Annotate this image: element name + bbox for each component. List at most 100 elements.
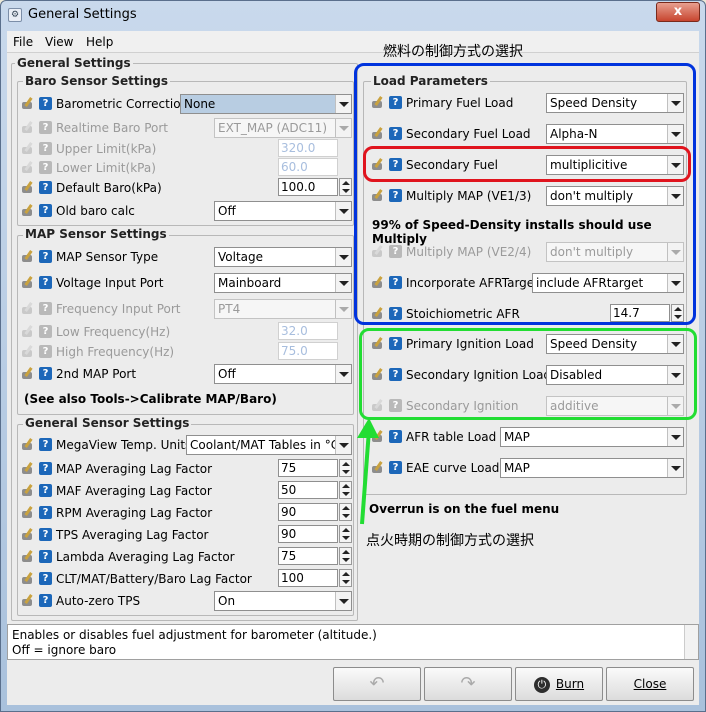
rpm-lag-row: ? RPM Averaging Lag Factor 90 — [18, 503, 353, 523]
lambda-lag-field[interactable]: 75 — [278, 547, 338, 565]
ignition-annotation-text: 点火時期の制御方式の選択 — [366, 533, 534, 549]
fuel-annotation-text: 燃料の制御方式の選択 — [383, 44, 523, 60]
upper-limit-row: ? Upper Limit(kPa) 320.0 — [18, 139, 353, 159]
old-baro-row: ? Old baro calc Off — [18, 201, 353, 221]
description-scrollbar[interactable] — [684, 625, 698, 659]
edit-icon[interactable] — [22, 484, 35, 497]
edit-icon[interactable] — [22, 250, 35, 263]
lambda-lag-spinner[interactable] — [339, 547, 352, 565]
menu-view[interactable]: View — [45, 35, 73, 49]
power-icon: ⏻ — [533, 676, 550, 693]
menu-bar: File View Help — [7, 31, 699, 53]
lower-limit-row: ? Lower Limit(kPa) 60.0 — [18, 158, 353, 178]
help-icon[interactable]: ? — [39, 594, 52, 607]
tps-lag-row: ? TPS Averaging Lag Factor 90 — [18, 525, 353, 545]
edit-icon[interactable] — [22, 276, 35, 289]
help-icon[interactable]: ? — [39, 572, 52, 585]
fuel-annotation-box — [354, 63, 696, 325]
realtime-baro-port-label: Realtime Baro Port — [56, 121, 168, 135]
description-line-1: Enables or disables fuel adjustment for … — [12, 628, 377, 642]
autozero-tps-label: Auto-zero TPS — [56, 594, 141, 608]
window: ⚙ General Settings x File View Help Gene… — [0, 0, 706, 712]
rpm-lag-field[interactable]: 90 — [278, 503, 338, 521]
default-baro-row: ? Default Baro(kPa) 100.0 — [18, 178, 353, 198]
eae-curve-load-select[interactable]: MAP — [500, 458, 684, 478]
default-baro-spinner[interactable] — [339, 178, 352, 196]
help-icon[interactable]: ? — [389, 430, 402, 443]
eae-curve-load-value: MAP — [504, 461, 530, 475]
autozero-tps-select[interactable]: On — [214, 591, 352, 611]
upper-limit-label: Upper Limit(kPa) — [56, 142, 157, 156]
old-baro-value: Off — [218, 204, 236, 218]
map-panel-title: MAP Sensor Settings — [23, 227, 169, 241]
help-icon[interactable]: ? — [39, 528, 52, 541]
help-icon[interactable]: ? — [39, 438, 52, 451]
edit-icon[interactable] — [22, 572, 35, 585]
secondary-fuel-highlight-box — [363, 146, 691, 182]
help-icon[interactable]: ? — [39, 367, 52, 380]
barometric-correction-row: ? Barometric Correction None — [18, 94, 353, 114]
maf-lag-field[interactable]: 50 — [278, 481, 338, 499]
edit-icon[interactable] — [22, 528, 35, 541]
chevron-down-icon — [335, 592, 351, 610]
default-baro-field[interactable]: 100.0 — [278, 178, 338, 196]
edit-icon[interactable] — [22, 506, 35, 519]
frequency-input-port-select: PT4 — [214, 299, 352, 319]
realtime-baro-port-value: EXT_MAP (ADC11) — [218, 121, 327, 135]
low-frequency-row: ? Low Frequency(Hz) 32.0 — [18, 322, 353, 342]
menu-file[interactable]: File — [13, 35, 33, 49]
lower-limit-label: Lower Limit(kPa) — [56, 161, 156, 175]
map-lag-field[interactable]: 75 — [278, 459, 338, 477]
afr-table-load-select[interactable]: MAP — [500, 427, 684, 447]
edit-icon[interactable] — [22, 367, 35, 380]
undo-button[interactable]: ↶ — [333, 667, 421, 701]
edit-icon[interactable] — [22, 438, 35, 451]
close-window-button[interactable]: x — [656, 2, 700, 22]
help-icon[interactable]: ? — [39, 181, 52, 194]
barometric-correction-select[interactable]: None — [180, 94, 352, 114]
help-icon[interactable]: ? — [39, 276, 52, 289]
second-map-port-row: ? 2nd MAP Port Off — [18, 364, 353, 384]
old-baro-select[interactable]: Off — [214, 201, 352, 221]
clt-lag-label: CLT/MAT/Battery/Baro Lag Factor — [56, 572, 252, 586]
voltage-input-port-select[interactable]: Mainboard — [214, 273, 352, 293]
maf-lag-label: MAF Averaging Lag Factor — [56, 484, 212, 498]
realtime-baro-port-select: EXT_MAP (ADC11) — [214, 118, 352, 138]
second-map-port-value: Off — [218, 367, 236, 381]
help-icon[interactable]: ? — [39, 204, 52, 217]
title-bar[interactable]: ⚙ General Settings x — [1, 1, 705, 29]
burn-button[interactable]: ⏻ Burn — [515, 667, 603, 701]
map-sensor-type-select[interactable]: Voltage — [214, 247, 352, 267]
help-icon[interactable]: ? — [39, 97, 52, 110]
help-icon[interactable]: ? — [39, 462, 52, 475]
map-sensor-type-label: MAP Sensor Type — [56, 250, 159, 264]
second-map-port-select[interactable]: Off — [214, 364, 352, 384]
help-icon[interactable]: ? — [39, 506, 52, 519]
edit-icon[interactable] — [22, 181, 35, 194]
upper-limit-field: 320.0 — [278, 139, 338, 157]
help-icon[interactable]: ? — [39, 484, 52, 497]
frequency-input-port-row: ? Frequency Input Port PT4 — [18, 299, 353, 319]
help-icon[interactable]: ? — [39, 250, 52, 263]
clt-lag-spinner[interactable] — [339, 569, 352, 587]
afr-table-load-row: ? AFR table Load MAP — [364, 427, 686, 447]
close-button[interactable]: Close — [606, 667, 694, 701]
edit-icon[interactable] — [22, 204, 35, 217]
megaview-select[interactable]: Coolant/MAT Tables in °C — [186, 435, 352, 455]
help-icon[interactable]: ? — [39, 550, 52, 563]
clt-lag-field[interactable]: 100 — [278, 569, 338, 587]
autozero-tps-value: On — [218, 594, 236, 608]
edit-icon[interactable] — [22, 550, 35, 563]
redo-button[interactable]: ↷ — [424, 667, 512, 701]
close-label: Close — [633, 677, 667, 691]
menu-help[interactable]: Help — [86, 35, 113, 49]
eae-curve-load-label: EAE curve Load — [406, 461, 500, 475]
edit-icon[interactable] — [22, 97, 35, 110]
edit-icon[interactable] — [22, 594, 35, 607]
calibrate-map-note: (See also Tools->Calibrate MAP/Baro) — [24, 392, 277, 406]
help-icon[interactable]: ? — [389, 461, 402, 474]
tps-lag-field[interactable]: 90 — [278, 525, 338, 543]
chevron-down-icon — [335, 365, 351, 383]
edit-icon[interactable] — [22, 462, 35, 475]
general-sensor-panel: ? MegaView Temp. Units Coolant/MAT Table… — [17, 424, 354, 616]
